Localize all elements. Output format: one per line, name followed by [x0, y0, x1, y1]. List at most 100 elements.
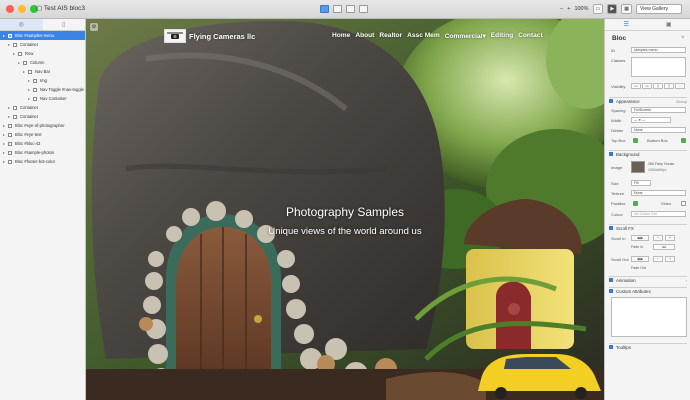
tree-item[interactable]: ▸ Row	[0, 49, 85, 58]
tab-library[interactable]: ▣	[648, 19, 690, 30]
hero-subtitle[interactable]: Unique views of the world around us	[86, 226, 604, 237]
tree-item[interactable]: ▸ Bloc #samples-menu	[0, 31, 85, 40]
element-type-icon	[8, 159, 12, 164]
tree-item[interactable]: ▸ Container	[0, 40, 85, 49]
minimize-window-button[interactable]	[18, 5, 26, 13]
nav-commercial-label: Commercial	[444, 33, 483, 40]
visibility-tablet-button[interactable]: ▯	[653, 83, 663, 89]
tree-item[interactable]: ▸ Bloc #footer-bot-color	[0, 157, 85, 166]
custom-attributes-list[interactable]	[611, 297, 687, 337]
tree-item-label: Bloc #sample-photos	[15, 150, 55, 155]
top-box-checkbox[interactable]	[633, 138, 638, 143]
custom-attributes-title: Custom Attributes	[616, 288, 651, 294]
hero-title[interactable]: Photography Samples	[86, 205, 604, 219]
id-field[interactable]: samples-menu	[631, 47, 686, 53]
scroll-out-step-up[interactable]: +	[665, 256, 675, 262]
close-window-button[interactable]	[6, 5, 14, 13]
tree-item[interactable]: ▸ Bloc #eye-of-photographer	[0, 121, 85, 130]
scroll-out-slider[interactable]: ◀ ▶	[631, 256, 649, 262]
spacing-label: Spacing	[611, 108, 626, 113]
close-icon[interactable]: ×	[681, 35, 685, 41]
zoom-out-icon[interactable]: −	[560, 6, 563, 12]
tree-item[interactable]: ▸ Bloc #sample-photos	[0, 148, 85, 157]
element-type-icon	[8, 132, 12, 137]
tree-item[interactable]: ▸ Container	[0, 112, 85, 121]
tree-item[interactable]: ▸ Bloc #eye-text	[0, 130, 85, 139]
scroll-in-step-up[interactable]: +	[665, 235, 675, 241]
animation-section-header[interactable]: Animation ›	[609, 276, 687, 283]
texture-select[interactable]: None	[631, 190, 686, 196]
tree-item[interactable]: ▸ Nav Bar	[0, 67, 85, 76]
visibility-laptop-button[interactable]: ▭	[642, 83, 652, 89]
tree-item-label: Bloc #samples-menu	[15, 33, 55, 38]
parallax-checkbox[interactable]	[633, 201, 638, 206]
tree-item[interactable]: ▸ Column	[0, 58, 85, 67]
nav-commercial[interactable]: Commercial▾	[445, 32, 486, 40]
scroll-out-step-down[interactable]: −	[653, 256, 663, 262]
tablet-view-button[interactable]	[346, 5, 355, 13]
scroll-in-label: Scroll In	[611, 236, 626, 241]
tree-item[interactable]: ▸ Nav Toggle #nav-toggle	[0, 85, 85, 94]
tree-item-label: Bloc #footer-bot-color	[15, 159, 56, 164]
width-label: Width	[611, 118, 622, 123]
colour-field[interactable]: No Colour Set	[631, 211, 686, 217]
tree-item-label: Img	[40, 78, 47, 83]
nav-realtor[interactable]: Realtor	[379, 32, 402, 40]
video-checkbox[interactable]	[681, 201, 686, 206]
size-label: Size	[611, 181, 619, 186]
custom-attributes-section-header[interactable]: Custom Attributes	[609, 287, 687, 294]
scroll-fx-section-header[interactable]: Scroll FX	[609, 224, 687, 231]
toolbar-right: − + 100% ▭ ▶ ▦ View Gallery	[560, 4, 682, 14]
background-section-header[interactable]: Background	[609, 150, 687, 157]
tooltips-section-header[interactable]: Tooltips	[609, 343, 687, 350]
bottom-box-checkbox[interactable]	[681, 138, 686, 143]
scroll-in-step-down[interactable]: −	[653, 235, 663, 241]
structure-tree: ▸ Bloc #samples-menu ▸ Container ▸ Row ▸ Column…	[0, 31, 85, 166]
nav-editing[interactable]: Editing	[491, 32, 513, 40]
grid-icon[interactable]: ▦	[621, 4, 632, 14]
visibility-desktop-button[interactable]: ▭	[631, 83, 641, 89]
appearance-section-header[interactable]: Appearance Group	[609, 97, 687, 104]
fade-in-control[interactable]: ◂ ▸	[653, 244, 675, 250]
tree-item[interactable]: ▸ Img	[0, 76, 85, 85]
play-preview-button[interactable]: ▶	[607, 4, 618, 14]
phone-view-button[interactable]	[359, 5, 368, 13]
zoom-in-icon[interactable]: +	[567, 6, 570, 12]
tree-item[interactable]: ▸ Container	[0, 103, 85, 112]
brand-logo[interactable]	[164, 29, 186, 43]
tree-item-label: Nav Toggle #nav-toggle	[40, 87, 84, 92]
inspector-panel: ☰ ▣ Bloc × ID samples-menu Classes Visib…	[604, 19, 690, 400]
spacing-select[interactable]: FullScreen	[631, 107, 686, 113]
nav-assc-mem[interactable]: Assc Mem	[407, 32, 440, 40]
tab-blocs[interactable]: ◎	[0, 19, 43, 30]
section-marker-icon	[609, 99, 613, 103]
screen-icon[interactable]: ▭	[592, 4, 604, 14]
tree-item[interactable]: ▸ Nav Container	[0, 94, 85, 103]
desktop-view-button[interactable]	[320, 5, 329, 13]
background-image-thumbnail[interactable]	[631, 161, 645, 173]
main-nav: Home About Realtor Assc Mem Commercial▾ …	[332, 32, 543, 40]
size-select[interactable]: Fill	[631, 180, 651, 186]
size-value: Fill	[634, 181, 639, 185]
nav-contact[interactable]: Contact	[518, 32, 543, 40]
divider-value: None	[634, 128, 643, 132]
tab-settings[interactable]: ☰	[605, 19, 648, 30]
divider-select[interactable]: None	[631, 127, 686, 133]
classes-field[interactable]	[631, 57, 686, 77]
tab-pages[interactable]: ▯	[43, 19, 86, 30]
nav-about[interactable]: About	[355, 32, 374, 40]
bloc-settings-icon[interactable]: ⚙	[90, 23, 98, 31]
nav-home[interactable]: Home	[332, 32, 350, 40]
appearance-group-toggle[interactable]: Group	[676, 99, 687, 104]
view-select[interactable]: View Gallery	[635, 4, 682, 14]
visibility-phone-button[interactable]: ▯	[664, 83, 674, 89]
page-canvas[interactable]: ⚙ Flying Cameras llc Home About Realtor …	[86, 19, 604, 400]
laptop-view-button[interactable]	[333, 5, 342, 13]
tree-item-label: Container	[20, 105, 39, 110]
visibility-hidden-button[interactable]: ◌	[675, 83, 685, 89]
scroll-in-slider[interactable]: ◀ ▶	[631, 235, 649, 241]
tree-item[interactable]: ▸ Bloc #bloc-43	[0, 139, 85, 148]
tree-item-label: Column	[30, 60, 45, 65]
brand-name[interactable]: Flying Cameras llc	[189, 32, 255, 41]
width-slider[interactable]: — ● —	[631, 117, 671, 123]
